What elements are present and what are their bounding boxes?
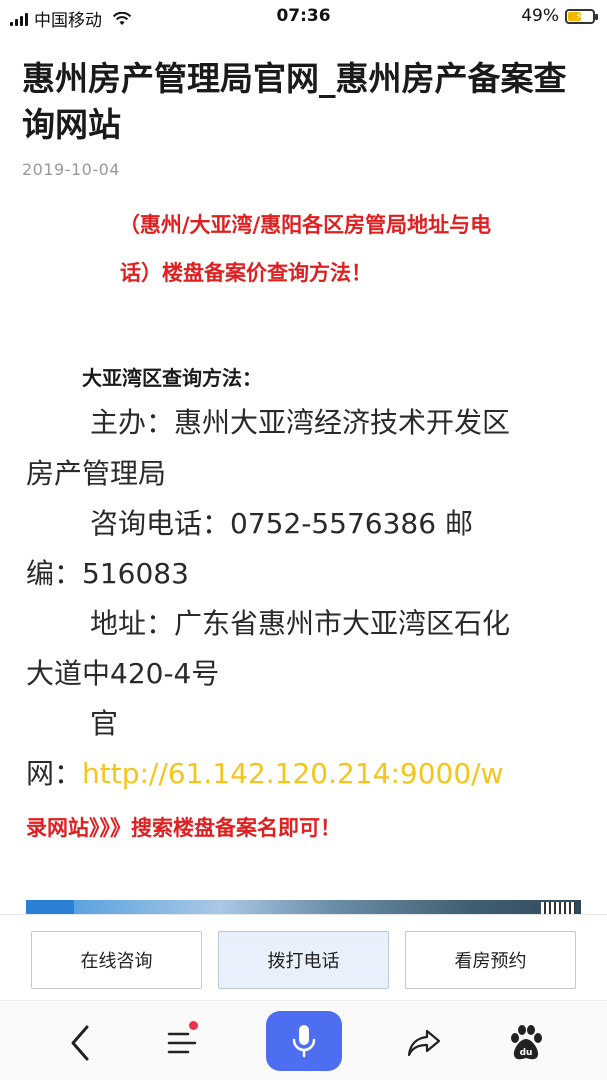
back-button[interactable] xyxy=(50,1013,110,1073)
action-bar: 在线咨询 拨打电话 看房预约 xyxy=(0,914,607,1000)
voice-search-button[interactable] xyxy=(266,1011,342,1071)
booking-button[interactable]: 看房预约 xyxy=(405,931,576,989)
article-title: 惠州房产管理局官网_惠州房产备案查询网站 xyxy=(22,59,567,144)
battery-icon: ⚡ xyxy=(565,8,598,24)
share-icon xyxy=(407,1029,441,1057)
battery-percent: 49% xyxy=(521,6,559,26)
bottom-nav: du xyxy=(0,1000,607,1080)
red-tail-note: 录网站》》》搜索楼盘备案名即可！ xyxy=(26,816,341,840)
status-time: 07:36 xyxy=(276,6,331,26)
call-button[interactable]: 拨打电话 xyxy=(218,931,389,989)
svg-text:du: du xyxy=(520,1048,533,1058)
body-line-sponsor: 主办：惠州大亚湾经济技术开发区 xyxy=(90,406,511,439)
website-link[interactable]: http://61.142.120.214:9000/w xyxy=(82,757,503,790)
article-date: 2019-10-04 xyxy=(22,160,120,179)
red-note-line1: （惠州/大亚湾/惠阳各区房管局地址与电 xyxy=(118,213,492,237)
menu-button[interactable] xyxy=(152,1013,212,1073)
body-line-official: 官 xyxy=(90,707,119,740)
baidu-paw-icon: du xyxy=(511,1025,542,1060)
section-heading: 大亚湾区查询方法： xyxy=(82,366,262,390)
status-bar: 中国移动 07:36 49% ⚡ xyxy=(0,0,607,34)
status-right: 49% ⚡ xyxy=(521,6,598,26)
body-line-address: 地址：广东省惠州市大亚湾区石化 xyxy=(90,607,511,640)
body-line-sponsor-cont: 房产管理局 xyxy=(26,457,167,490)
share-button[interactable] xyxy=(394,1013,454,1073)
body-line-postcode: 编：516083 xyxy=(26,557,189,590)
red-note-line2: 话）楼盘备案价查询方法！ xyxy=(120,261,372,285)
body-line-website: 网：http://61.142.120.214:9000/w xyxy=(26,756,503,792)
baidu-button[interactable]: du xyxy=(496,1013,556,1073)
body-line-address-cont: 大道中420-4号 xyxy=(26,657,220,690)
microphone-icon xyxy=(292,1025,316,1058)
menu-icon xyxy=(167,1032,197,1054)
back-icon xyxy=(71,1025,89,1061)
qr-code-icon xyxy=(541,902,575,914)
notification-dot xyxy=(189,1021,198,1030)
website-label: 网： xyxy=(26,757,83,790)
body-line-phone: 咨询电话：0752-5576386 邮 xyxy=(90,507,473,540)
charging-bolt-icon: ⚡ xyxy=(575,8,584,23)
online-consult-button[interactable]: 在线咨询 xyxy=(31,931,202,989)
